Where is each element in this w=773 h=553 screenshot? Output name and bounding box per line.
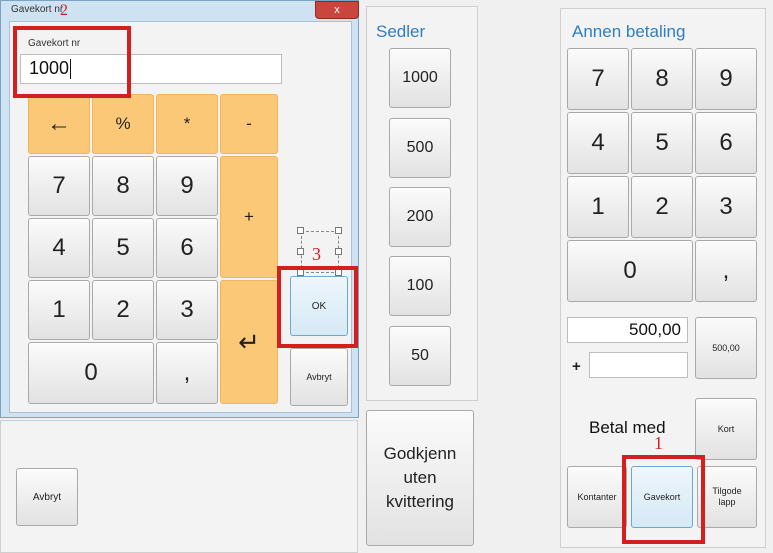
annen-key-1[interactable]: 1	[567, 176, 629, 238]
dialog-key-4[interactable]: 4	[28, 218, 90, 278]
selection-handle[interactable]	[335, 248, 342, 255]
backspace-arrow-icon: ←	[47, 110, 71, 137]
selection-handle[interactable]	[297, 227, 304, 234]
annotation-number-3: 3	[312, 244, 321, 264]
annen-key-9[interactable]: 9	[695, 48, 757, 110]
dialog-key-1[interactable]: 1	[28, 280, 90, 340]
dialog-key-comma[interactable]: ,	[156, 342, 218, 404]
annen-key-6[interactable]: 6	[695, 112, 757, 174]
annotation-box-gavekort-field	[13, 26, 131, 98]
annen-betaling-header: Annen betaling	[572, 22, 686, 41]
dialog-key-2[interactable]: 2	[92, 280, 154, 340]
selection-handle[interactable]	[297, 248, 304, 255]
annotation-box-ok-button	[277, 266, 358, 348]
dialog-key-5[interactable]: 5	[92, 218, 154, 278]
note-50-button[interactable]: 50	[389, 326, 451, 386]
kort-button[interactable]: Kort	[695, 398, 757, 460]
plus-button[interactable]: +	[220, 156, 278, 278]
dialog-key-8[interactable]: 8	[92, 156, 154, 216]
annotation-box-gavekort-button	[622, 455, 705, 544]
amount-field[interactable]: 500,00	[567, 317, 688, 343]
multiply-button[interactable]: *	[156, 94, 218, 154]
dialog-key-3[interactable]: 3	[156, 280, 218, 340]
annen-key-0[interactable]: 0	[567, 240, 693, 302]
dialog-key-6[interactable]: 6	[156, 218, 218, 278]
amount-500-button[interactable]: 500,00	[695, 317, 757, 379]
selection-handle[interactable]	[335, 227, 342, 234]
note-500-button[interactable]: 500	[389, 118, 451, 178]
annen-key-2[interactable]: 2	[631, 176, 693, 238]
plus-amount-field[interactable]	[589, 352, 688, 378]
godkjenn-uten-kvittering-button[interactable]: Godkjenn uten kvittering	[366, 410, 474, 546]
annen-key-3[interactable]: 3	[695, 176, 757, 238]
tilgode-lapp-button[interactable]: Tilgode lapp	[697, 466, 757, 528]
dialog-cancel-button[interactable]: Avbryt	[290, 348, 348, 406]
annotation-number-1: 1	[654, 433, 663, 453]
minus-button[interactable]: -	[220, 94, 278, 154]
dialog-key-7[interactable]: 7	[28, 156, 90, 216]
note-100-button[interactable]: 100	[389, 256, 451, 316]
annotation-number-2: 2	[60, 2, 68, 19]
dialog-title: Gavekort nr	[11, 4, 64, 15]
dialog-key-9[interactable]: 9	[156, 156, 218, 216]
backspace-button[interactable]: ←	[28, 94, 90, 154]
kontanter-button[interactable]: Kontanter	[567, 466, 627, 528]
annen-key-5[interactable]: 5	[631, 112, 693, 174]
annen-key-comma[interactable]: ,	[695, 240, 757, 302]
dialog-close-button[interactable]: x	[315, 1, 359, 19]
note-1000-button[interactable]: 1000	[389, 48, 451, 108]
dialog-key-0[interactable]: 0	[28, 342, 154, 404]
sedler-header: Sedler	[376, 22, 426, 41]
annen-key-4[interactable]: 4	[567, 112, 629, 174]
percent-button[interactable]: %	[92, 94, 154, 154]
annen-key-8[interactable]: 8	[631, 48, 693, 110]
annen-key-7[interactable]: 7	[567, 48, 629, 110]
note-200-button[interactable]: 200	[389, 187, 451, 247]
plus-sign: +	[572, 358, 581, 375]
bottom-cancel-button[interactable]: Avbryt	[16, 468, 78, 526]
enter-arrow-icon: ↵	[238, 326, 260, 357]
enter-button[interactable]: ↵	[220, 280, 278, 404]
